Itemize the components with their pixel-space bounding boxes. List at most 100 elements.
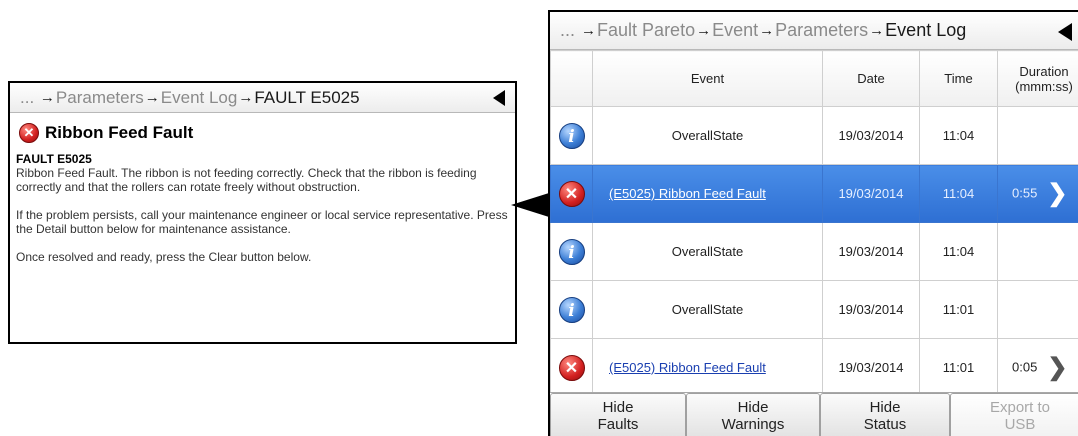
button-label-line: Hide <box>869 399 901 416</box>
fault-title-row: ✕ Ribbon Feed Fault <box>19 123 515 143</box>
chevron-right-icon[interactable]: ❯ <box>1047 355 1067 379</box>
back-arrow-icon[interactable] <box>493 90 505 106</box>
button-bar: Hide Faults Hide Warnings Hide Status Export t… <box>550 392 1078 436</box>
time-cell: 11:04 <box>919 222 998 281</box>
info-icon: i <box>558 296 585 323</box>
info-icon: i <box>558 238 585 265</box>
header-time[interactable]: Time <box>919 50 998 107</box>
row-icon-cell: ✕ <box>550 338 593 397</box>
duration-value: 0:05 <box>1012 358 1038 374</box>
header-icon-column <box>550 50 593 107</box>
screen: ... → Parameters → Event Log → FAULT E5025 ✕ … <box>0 0 1078 436</box>
header-event[interactable]: Event <box>592 50 823 107</box>
button-label-line: Faults <box>597 416 639 433</box>
row-icon-cell: ✕ <box>550 164 593 223</box>
fault-icon: ✕ <box>558 180 585 207</box>
table-row[interactable]: ✕ (E5025) Ribbon Feed Fault 19/03/2014 11:0… <box>550 338 1078 397</box>
date-cell: 19/03/2014 <box>822 106 920 165</box>
fault-icon: ✕ <box>558 354 585 381</box>
duration-cell <box>997 222 1078 281</box>
row-icon-cell: i <box>550 222 593 281</box>
event-cell: (E5025) Ribbon Feed Fault <box>592 338 823 397</box>
event-cell: OverallState <box>592 280 823 339</box>
chevron-right-icon[interactable]: ❯ <box>1047 181 1067 205</box>
event-link[interactable]: (E5025) Ribbon Feed Fault <box>609 186 766 201</box>
button-label: Export to USB <box>990 399 1050 433</box>
date-cell: 19/03/2014 <box>822 338 920 397</box>
time-cell: 11:04 <box>919 106 998 165</box>
event-log-table: Event Date Time Duration (mmm:ss) i Overa… <box>550 50 1078 417</box>
table-header-row: Event Date Time Duration (mmm:ss) <box>550 50 1078 107</box>
time-cell: 11:01 <box>919 338 998 397</box>
error-icon: ✕ <box>19 123 39 143</box>
event-cell: (E5025) Ribbon Feed Fault <box>592 164 823 223</box>
hide-status-button[interactable]: Hide Status <box>820 393 950 436</box>
event-log-panel: ... → Fault Pareto → Event → Parameters → Event… <box>548 10 1078 436</box>
fault-detail-panel: ... → Parameters → Event Log → FAULT E5025 ✕ … <box>8 81 517 344</box>
event-cell: OverallState <box>592 106 823 165</box>
fault-title: Ribbon Feed Fault <box>45 123 194 142</box>
hide-faults-button[interactable]: Hide Faults <box>550 393 686 436</box>
duration-cell <box>997 280 1078 339</box>
button-label-line: Status <box>863 416 907 433</box>
button-label-line: USB <box>1004 416 1036 433</box>
button-label: Hide Faults <box>598 399 639 433</box>
table-row[interactable]: i OverallState 19/03/2014 11:01 <box>550 280 1078 339</box>
breadcrumb-arrow-icon: → <box>39 89 55 106</box>
header-date[interactable]: Date <box>822 50 920 107</box>
breadcrumb: ... → Parameters → Event Log → FAULT E5025 <box>10 83 515 113</box>
fault-paragraph: Ribbon Feed Fault. The ribbon is not fee… <box>16 166 477 194</box>
breadcrumb-arrow-icon: → <box>696 22 712 39</box>
header-duration-label: Duration <box>1019 63 1069 79</box>
time-cell: 11:01 <box>919 280 998 339</box>
time-cell: 11:04 <box>919 164 998 223</box>
event-label: OverallState <box>671 244 744 259</box>
breadcrumb-arrow-icon: → <box>759 22 775 39</box>
duration-cell: 0:05 ❯ <box>997 338 1078 397</box>
table-row[interactable]: i OverallState 19/03/2014 11:04 <box>550 106 1078 165</box>
header-duration[interactable]: Duration (mmm:ss) <box>997 50 1078 107</box>
event-label: OverallState <box>671 128 744 143</box>
fault-code: FAULT E5025 <box>16 152 92 166</box>
breadcrumb-item: FAULT E5025 <box>254 87 360 107</box>
date-cell: 19/03/2014 <box>822 164 920 223</box>
breadcrumb-item[interactable]: Parameters <box>775 20 868 41</box>
event-label: OverallState <box>671 302 744 317</box>
duration-cell <box>997 106 1078 165</box>
button-label-line: Hide <box>737 399 769 416</box>
breadcrumb-item[interactable]: Parameters <box>56 88 144 108</box>
hide-warnings-button[interactable]: Hide Warnings <box>686 393 820 436</box>
breadcrumb-item[interactable]: Event <box>712 20 758 41</box>
breadcrumb-item[interactable]: Fault Pareto <box>597 20 695 41</box>
export-usb-button[interactable]: Export to USB <box>950 393 1078 436</box>
date-cell: 19/03/2014 <box>822 222 920 281</box>
event-cell: OverallState <box>592 222 823 281</box>
breadcrumb: ... → Fault Pareto → Event → Parameters → Event… <box>550 12 1078 50</box>
breadcrumb-arrow-icon: → <box>581 22 597 39</box>
fault-paragraph: Once resolved and ready, press the Clear… <box>16 250 312 264</box>
button-label-line: Hide <box>602 399 634 416</box>
fault-description: Ribbon Feed Fault. The ribbon is not fee… <box>16 166 509 264</box>
breadcrumb-item[interactable]: ... <box>20 88 34 108</box>
breadcrumb-arrow-icon: → <box>238 89 254 106</box>
table-row[interactable]: i OverallState 19/03/2014 11:04 <box>550 222 1078 281</box>
event-link[interactable]: (E5025) Ribbon Feed Fault <box>609 360 766 375</box>
duration-cell: 0:55 ❯ <box>997 164 1078 223</box>
breadcrumb-arrow-icon: → <box>869 22 885 39</box>
header-duration-unit: (mmm:ss) <box>1015 78 1073 94</box>
row-icon-cell: i <box>550 280 593 339</box>
breadcrumb-item[interactable]: Event Log <box>161 88 238 108</box>
breadcrumb-item[interactable]: ... <box>560 20 575 41</box>
duration-value: 0:55 <box>1012 184 1038 200</box>
button-label-line: Warnings <box>721 416 785 433</box>
row-icon-cell: i <box>550 106 593 165</box>
button-label: Hide Status <box>864 399 907 433</box>
info-icon: i <box>558 122 585 149</box>
date-cell: 19/03/2014 <box>822 280 920 339</box>
button-label-line: Export to <box>989 399 1051 416</box>
back-arrow-icon[interactable] <box>1058 23 1072 41</box>
table-row[interactable]: ✕ (E5025) Ribbon Feed Fault 19/03/2014 11:0… <box>550 164 1078 223</box>
breadcrumb-arrow-icon: → <box>144 89 160 106</box>
fault-paragraph: If the problem persists, call your maint… <box>16 208 508 236</box>
breadcrumb-item: Event Log <box>885 20 967 40</box>
